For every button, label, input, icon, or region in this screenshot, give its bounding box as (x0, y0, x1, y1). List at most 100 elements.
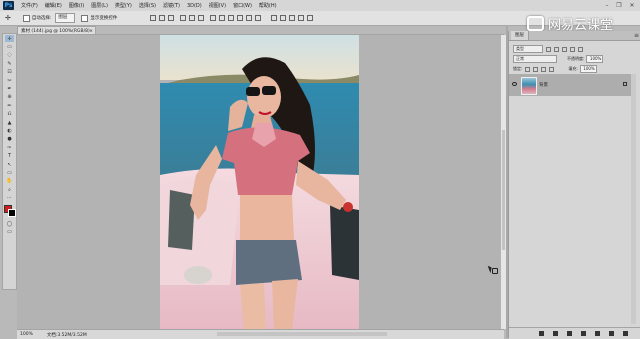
eyedropper-tool[interactable]: ✒ (5, 85, 14, 92)
close-window-button[interactable]: ✕ (627, 1, 637, 10)
more-tools[interactable]: ⋯ (5, 194, 14, 201)
screen-mode-icon[interactable]: ▭ (5, 228, 14, 235)
menu-3d[interactable]: 3D(D) (187, 3, 202, 9)
filter-shape-icon[interactable] (570, 46, 575, 52)
minimize-button[interactable]: – (602, 1, 612, 10)
lock-image-icon[interactable] (533, 66, 539, 72)
menu-file[interactable]: 文件(F) (21, 2, 38, 9)
background-color-swatch[interactable] (8, 208, 16, 217)
menu-view[interactable]: 视图(V) (209, 2, 226, 9)
hand-tool[interactable]: ✋ (5, 178, 14, 185)
distribute-top-icon[interactable] (210, 15, 217, 21)
new-layer-icon[interactable] (609, 331, 614, 336)
menu-layer[interactable]: 图层(L) (91, 2, 108, 9)
distribute-bottom-icon[interactable] (228, 15, 235, 21)
3d-rotate-icon[interactable] (271, 15, 278, 21)
distribute-middle-icon[interactable] (219, 15, 226, 21)
link-layers-icon[interactable] (539, 331, 544, 336)
align-top-icon[interactable] (150, 15, 157, 21)
layers-panel-footer (509, 327, 640, 339)
panel-menu-icon[interactable]: ≡ (634, 31, 639, 40)
horizontal-scroll-thumb[interactable] (217, 332, 387, 336)
dodge-tool[interactable]: ● (5, 136, 14, 143)
filter-type-icon[interactable] (562, 46, 567, 52)
align-right-icon[interactable] (198, 15, 205, 21)
lock-label: 锁定: (513, 66, 523, 71)
auto-select-checkbox[interactable] (22, 14, 30, 22)
distribute-center-icon[interactable] (246, 15, 253, 21)
layers-scrollbar[interactable] (631, 74, 636, 324)
new-group-icon[interactable] (595, 331, 600, 336)
align-middle-icon[interactable] (159, 15, 166, 21)
filter-smart-object-icon[interactable] (578, 46, 583, 52)
tab-layers[interactable]: 图层 (511, 31, 529, 40)
menu-bar: Ps 文件(F) 编辑(E) 图像(I) 图层(L) 类型(Y) 选择(S) 滤… (0, 0, 640, 11)
distribute-left-icon[interactable] (237, 15, 244, 21)
color-swatches[interactable] (4, 204, 16, 217)
3d-slide-icon[interactable] (298, 15, 305, 21)
menu-type[interactable]: 类型(Y) (115, 2, 132, 9)
opacity-field[interactable]: 100% (586, 55, 604, 63)
auto-select-label: 自动选择: (31, 16, 52, 21)
3d-scale-icon[interactable] (307, 15, 314, 21)
slice-tool[interactable]: ✂ (5, 77, 14, 84)
3d-roll-icon[interactable] (280, 15, 287, 21)
lock-all-icon[interactable] (549, 66, 555, 72)
align-left-icon[interactable] (180, 15, 187, 21)
auto-select-dropdown[interactable]: 图层 (55, 13, 76, 23)
align-center-icon[interactable] (189, 15, 196, 21)
document-info[interactable]: 文档:3.52M/3.52M (47, 332, 87, 338)
adjustment-layer-icon[interactable] (581, 331, 586, 336)
menu-edit[interactable]: 编辑(E) (45, 2, 62, 9)
distribute-right-icon[interactable] (255, 15, 262, 21)
show-transform-checkbox[interactable] (81, 14, 89, 22)
filter-adjustment-icon[interactable] (554, 46, 559, 52)
quick-mask-icon[interactable]: ◯ (5, 220, 14, 227)
align-bottom-icon[interactable] (168, 15, 175, 21)
pen-tool[interactable]: ✑ (5, 144, 14, 151)
crop-tool[interactable]: ⊡ (5, 69, 14, 76)
menu-help[interactable]: 帮助(H) (259, 2, 277, 9)
layer-style-icon[interactable] (553, 331, 558, 336)
layers-panel: 图层 ≡ 类型 正常 不透明度: 100% 锁定: 填充: 100% 背景 (508, 31, 640, 339)
layer-name[interactable]: 背景 (539, 82, 548, 88)
gradient-tool[interactable]: ◐ (5, 127, 14, 134)
maximize-button[interactable]: ❐ (614, 1, 624, 10)
blend-mode-dropdown[interactable]: 正常 (513, 55, 557, 63)
lock-position-icon[interactable] (541, 66, 547, 72)
zoom-level[interactable]: 100% (20, 332, 33, 337)
photo-illustration (160, 35, 359, 330)
brush-tool[interactable]: ✏ (5, 102, 14, 109)
move-tool-icon[interactable]: ✛ (5, 14, 11, 22)
quick-select-tool[interactable]: ✎ (5, 60, 14, 67)
kind-filter-dropdown[interactable]: 类型 (513, 45, 543, 53)
menu-filter[interactable]: 滤镜(T) (163, 2, 180, 9)
vertical-scroll-thumb[interactable] (502, 130, 505, 250)
marquee-tool[interactable]: ▭ (5, 43, 14, 50)
delete-layer-icon[interactable] (623, 331, 628, 336)
3d-drag-icon[interactable] (289, 15, 296, 21)
layer-lock-icon (623, 82, 627, 86)
path-select-tool[interactable]: ↖ (5, 161, 14, 168)
zoom-tool[interactable]: ⌕ (5, 186, 14, 193)
layer-row[interactable]: 背景 (509, 74, 631, 96)
move-tool[interactable]: ✛ (5, 35, 14, 43)
shape-tool[interactable]: ▭ (5, 169, 14, 176)
fill-field[interactable]: 100% (579, 65, 597, 73)
lock-transparent-icon[interactable] (525, 66, 531, 72)
watermark-logo-icon (527, 15, 544, 31)
menu-window[interactable]: 窗口(W) (233, 2, 252, 9)
document-image[interactable] (160, 35, 359, 330)
type-tool[interactable]: T (5, 152, 14, 159)
layer-filter-row: 类型 (513, 45, 583, 53)
history-brush-tool[interactable]: ⎌ (5, 111, 14, 118)
eraser-tool[interactable]: ▲ (5, 119, 14, 126)
menu-select[interactable]: 选择(S) (139, 2, 156, 9)
filter-pixel-icon[interactable] (546, 46, 551, 52)
lock-row: 锁定: 填充: 100% (513, 65, 597, 73)
menu-image[interactable]: 图像(I) (69, 2, 84, 9)
visibility-eye-icon[interactable] (512, 82, 517, 86)
lasso-tool[interactable]: ◌ (5, 52, 14, 59)
healing-brush-tool[interactable]: ⊕ (5, 94, 14, 101)
add-mask-icon[interactable] (567, 331, 572, 336)
